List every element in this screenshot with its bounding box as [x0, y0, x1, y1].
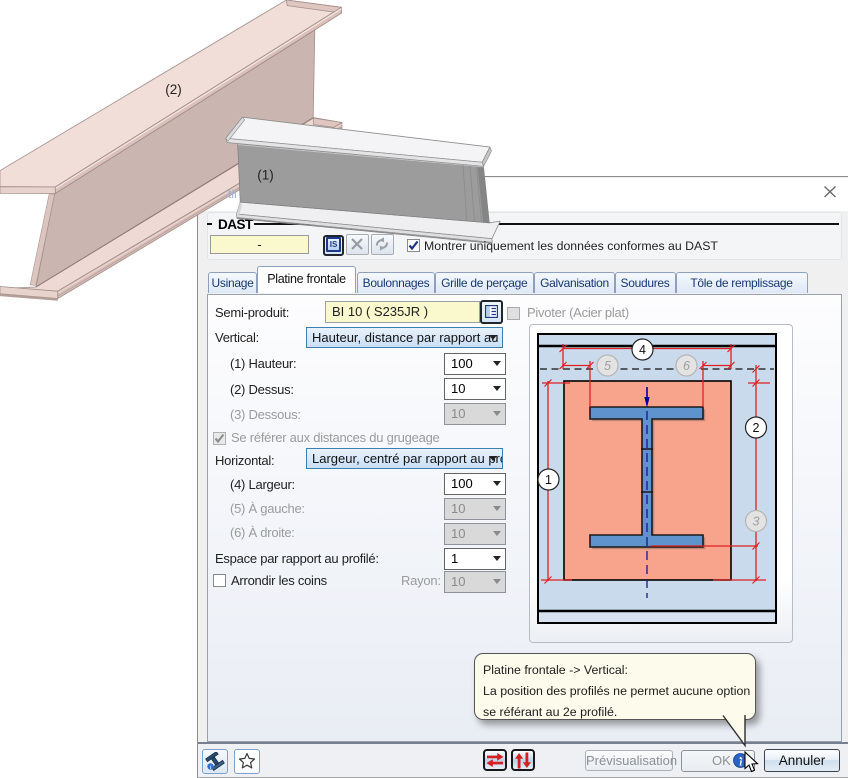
svg-text:3: 3 — [753, 515, 760, 529]
svg-text:i: i — [210, 764, 212, 771]
svg-text:(1): (1) — [257, 168, 274, 183]
svg-text:4: 4 — [639, 343, 646, 357]
svg-text:5: 5 — [604, 359, 611, 373]
svg-text:(2): (2) — [165, 82, 182, 97]
svg-text:i: i — [739, 758, 742, 769]
svg-text:til: til — [228, 187, 237, 201]
svg-text:6: 6 — [683, 359, 690, 373]
svg-text:1: 1 — [545, 473, 552, 487]
svg-text:2: 2 — [753, 421, 760, 435]
